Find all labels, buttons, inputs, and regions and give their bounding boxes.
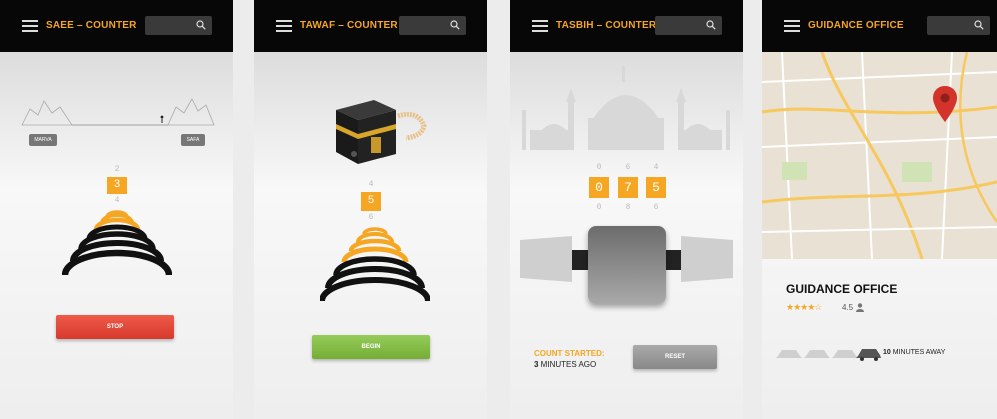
guidance-office-screen: GUIDANCE OFFICE GUIDANCE OFFICE ★★★★☆ 4.… — [762, 0, 997, 419]
previous-digit-2: 6 — [625, 163, 631, 172]
next-digit-3: 6 — [653, 203, 659, 212]
page-title: SAEE – COUNTER — [46, 20, 137, 31]
menu-icon[interactable] — [784, 20, 800, 32]
marva-label: MARVA — [29, 134, 57, 146]
count-display: 3 — [107, 177, 127, 194]
place-name: GUIDANCE OFFICE — [786, 282, 898, 296]
search-icon[interactable] — [450, 20, 460, 30]
menu-icon[interactable] — [22, 20, 38, 32]
app-header: GUIDANCE OFFICE — [762, 0, 997, 52]
tasbih-counter-button[interactable] — [588, 226, 666, 304]
previous-count-digit: 2 — [114, 165, 120, 174]
map-view[interactable] — [762, 52, 997, 259]
next-digit-2: 8 — [625, 203, 631, 212]
page-title: TASBIH – COUNTER — [556, 20, 657, 31]
tasbih-counter-screen: TASBIH – COUNTER 0 6 4 0 7 5 0 8 6 COUNT… — [510, 0, 743, 419]
person-icon — [856, 303, 864, 312]
page-title: GUIDANCE OFFICE — [808, 20, 904, 31]
tasbih-digit-1: 0 — [589, 177, 609, 198]
begin-button[interactable]: BEGIN — [312, 335, 430, 359]
menu-icon[interactable] — [276, 20, 292, 32]
kaaba-illustration — [336, 100, 427, 164]
menu-icon[interactable] — [532, 20, 548, 32]
count-display: 5 — [361, 192, 381, 211]
rating-value: 4.5 — [842, 303, 854, 312]
previous-digit-3: 4 — [653, 163, 659, 172]
tasbih-digit-2: 7 — [618, 177, 638, 198]
safa-label: SAFA — [181, 134, 205, 146]
count-started-label: COUNT STARTED: — [534, 349, 605, 358]
car-icon — [776, 349, 881, 361]
distance-label: 10 MINUTES AWAY — [883, 349, 946, 356]
counter-waves — [62, 210, 172, 276]
previous-digit-1: 0 — [596, 163, 602, 172]
search-icon[interactable] — [196, 20, 206, 30]
previous-count-digit: 4 — [368, 180, 374, 189]
rating-stars-icon: ★★★★☆ — [786, 302, 822, 312]
search-icon[interactable] — [706, 20, 716, 30]
map-roads — [762, 52, 997, 259]
location-pin-icon[interactable] — [933, 86, 957, 122]
counter-waves — [320, 227, 430, 302]
search-icon[interactable] — [974, 20, 984, 30]
saee-counter-screen: SAEE – COUNTER MARVA SAFA 2 3 4 STOP — [0, 0, 233, 419]
app-header: TASBIH – COUNTER — [510, 0, 743, 52]
search-input[interactable] — [145, 16, 212, 35]
mosque-illustration — [522, 66, 730, 150]
search-input[interactable] — [399, 16, 466, 35]
search-input[interactable] — [655, 16, 722, 35]
app-header: SAEE – COUNTER — [0, 0, 233, 52]
app-header: TAWAF – COUNTER — [254, 0, 487, 52]
search-input[interactable] — [927, 16, 990, 35]
next-digit-1: 0 — [596, 203, 602, 212]
reset-button[interactable]: RESET — [633, 345, 717, 369]
stop-button[interactable]: STOP — [56, 315, 174, 339]
tasbih-digit-3: 5 — [646, 177, 666, 198]
count-started-value: 3 MINUTES AGO — [534, 360, 597, 369]
tawaf-counter-screen: TAWAF – COUNTER 4 5 6 BEGIN — [254, 0, 487, 419]
page-title: TAWAF – COUNTER — [300, 20, 398, 31]
